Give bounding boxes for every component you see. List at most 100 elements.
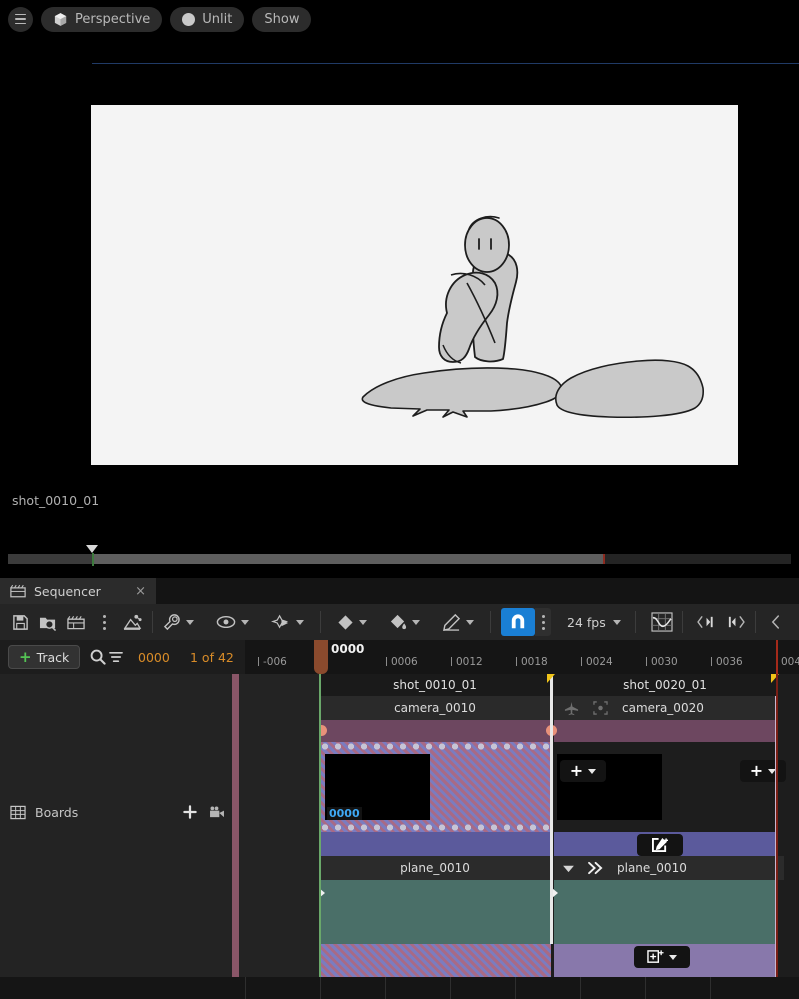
fps-selector[interactable]: 24 fps bbox=[561, 608, 625, 636]
toolbar-divider bbox=[152, 611, 153, 633]
curve-editor-icon[interactable] bbox=[648, 608, 676, 636]
perspective-button[interactable]: Perspective bbox=[41, 6, 163, 32]
chevron-down-icon bbox=[296, 619, 304, 625]
ruler-tick: -006 bbox=[258, 656, 287, 668]
add-layer-button[interactable] bbox=[634, 946, 690, 968]
toolbar-divider bbox=[634, 611, 636, 633]
shot-header-0010[interactable]: shot_0010_01 bbox=[319, 674, 551, 696]
timeline-scrubber[interactable] bbox=[8, 554, 791, 564]
scrubber-preroll bbox=[8, 554, 93, 564]
chevron-down-icon bbox=[612, 619, 621, 625]
plus-icon: + bbox=[749, 761, 764, 780]
add-track-button[interactable]: + Track bbox=[8, 645, 81, 669]
film-grid-icon bbox=[10, 805, 26, 820]
filter-icon[interactable] bbox=[109, 650, 123, 664]
track-search[interactable] bbox=[90, 649, 123, 665]
snap-options-icon[interactable] bbox=[535, 608, 551, 636]
toolbar-file-group bbox=[0, 604, 146, 640]
ruler-tick: 0012 bbox=[451, 656, 483, 668]
search-icon[interactable] bbox=[90, 649, 106, 665]
boards-label: Boards bbox=[35, 804, 79, 820]
edit-add-button[interactable] bbox=[637, 834, 683, 856]
bottom-strip-0010[interactable] bbox=[319, 944, 551, 977]
camera-label: camera_0020 bbox=[622, 701, 704, 715]
plane-clip-0010[interactable] bbox=[319, 880, 551, 944]
timeline-ruler[interactable]: -006 0006 0012 0018 0024 0030 0036 004 0… bbox=[245, 640, 799, 674]
plane-label: plane_0010 bbox=[617, 861, 687, 875]
add-board-button-2[interactable]: + bbox=[740, 760, 786, 782]
fx-icon[interactable] bbox=[267, 608, 308, 636]
pencil-icon[interactable] bbox=[438, 608, 478, 636]
track-row-boards[interactable]: Boards bbox=[0, 798, 235, 826]
double-chevron-right-icon[interactable] bbox=[587, 861, 605, 875]
header-current-frame[interactable]: 0000 bbox=[138, 650, 170, 665]
plane-clip-0020[interactable] bbox=[554, 880, 776, 944]
plane-track-0010[interactable]: plane_0010 bbox=[319, 856, 551, 880]
viewport[interactable]: shot_0010_01 0000 -008* bbox=[0, 38, 799, 568]
playhead-handle[interactable] bbox=[314, 640, 328, 674]
add-board-button-1[interactable]: + bbox=[560, 760, 606, 782]
show-button[interactable]: Show bbox=[252, 6, 312, 32]
fps-label: 24 fps bbox=[567, 614, 606, 630]
menu-button[interactable] bbox=[8, 6, 33, 32]
triangle-down-icon[interactable] bbox=[562, 864, 575, 873]
tab-title: Sequencer bbox=[34, 583, 101, 599]
timeline-tracks[interactable]: shot_0010_01 shot_0020_01 camera_0010 ca… bbox=[319, 674, 799, 977]
edit-plus-icon bbox=[652, 837, 668, 853]
footer-cell bbox=[710, 977, 776, 999]
shot-bar-0010[interactable] bbox=[319, 720, 551, 742]
camera-track-0020[interactable]: camera_0020 bbox=[554, 696, 776, 720]
scrubber-playhead[interactable] bbox=[86, 545, 99, 566]
footer-cell bbox=[580, 977, 646, 999]
tracker-icon[interactable] bbox=[593, 701, 608, 715]
shot-header-0020[interactable]: shot_0020_01 bbox=[554, 674, 776, 696]
layer-plus-icon bbox=[647, 950, 664, 963]
audio-bar-0010[interactable] bbox=[319, 832, 551, 856]
chevron-down-icon bbox=[186, 619, 194, 625]
sequencer-panel: Sequencer × 24 fps + Track 0000 1 of 42 … bbox=[0, 578, 799, 999]
tab-sequencer[interactable]: Sequencer × bbox=[0, 578, 156, 604]
toolbar-keys-group bbox=[327, 604, 478, 640]
toolbar-divider bbox=[681, 611, 683, 633]
render-setup-icon[interactable] bbox=[118, 608, 146, 636]
folder-search-icon[interactable] bbox=[34, 608, 62, 636]
chevron-down-icon bbox=[359, 619, 367, 625]
storyboard-canvas[interactable] bbox=[91, 105, 738, 465]
clapperboard-icon[interactable] bbox=[62, 608, 90, 636]
scrubber-end-marker bbox=[603, 554, 605, 564]
toolbar-divider bbox=[320, 611, 321, 633]
toolbar-divider bbox=[754, 611, 756, 633]
viewport-toolbar: Perspective Unlit Show bbox=[0, 0, 799, 38]
next-keyframe-icon[interactable] bbox=[721, 608, 749, 636]
ruler-tick: 0036 bbox=[711, 656, 743, 668]
shading-button[interactable]: Unlit bbox=[170, 6, 245, 32]
close-icon[interactable]: × bbox=[135, 585, 146, 598]
shot-marker-start[interactable] bbox=[547, 674, 555, 683]
paint-bucket-icon[interactable] bbox=[385, 608, 424, 636]
kebab-menu-icon[interactable] bbox=[90, 608, 118, 636]
toolbar-overflow-icon[interactable] bbox=[762, 608, 790, 636]
playhead-frame-label: 0000 bbox=[331, 642, 365, 656]
save-icon[interactable] bbox=[6, 608, 34, 636]
cube-icon bbox=[53, 12, 68, 27]
wrench-icon[interactable] bbox=[159, 608, 198, 636]
chevron-down-icon bbox=[241, 619, 249, 625]
eye-icon[interactable] bbox=[212, 608, 253, 636]
shot-bar-0020[interactable] bbox=[554, 720, 776, 742]
magnet-icon[interactable] bbox=[501, 608, 535, 636]
chevron-down-icon bbox=[588, 768, 597, 774]
plus-icon: + bbox=[19, 647, 32, 666]
sequencer-tabbar: Sequencer × bbox=[0, 578, 799, 604]
chevron-down-icon bbox=[669, 954, 677, 960]
airplane-icon[interactable] bbox=[564, 701, 579, 716]
plus-icon[interactable] bbox=[183, 805, 197, 819]
plane-track-0020[interactable]: plane_0010 bbox=[554, 856, 784, 880]
toolbar-curve-group bbox=[648, 604, 676, 640]
shot-marker-end[interactable] bbox=[771, 674, 779, 683]
diamond-icon[interactable] bbox=[333, 608, 371, 636]
prev-keyframe-icon[interactable] bbox=[693, 608, 721, 636]
toolbar-snap-group: 24 fps bbox=[501, 604, 625, 640]
camera-icon[interactable] bbox=[209, 805, 225, 819]
header-frame-range[interactable]: 1 of 42 bbox=[190, 650, 234, 665]
camera-track-0010[interactable]: camera_0010 bbox=[319, 696, 551, 720]
